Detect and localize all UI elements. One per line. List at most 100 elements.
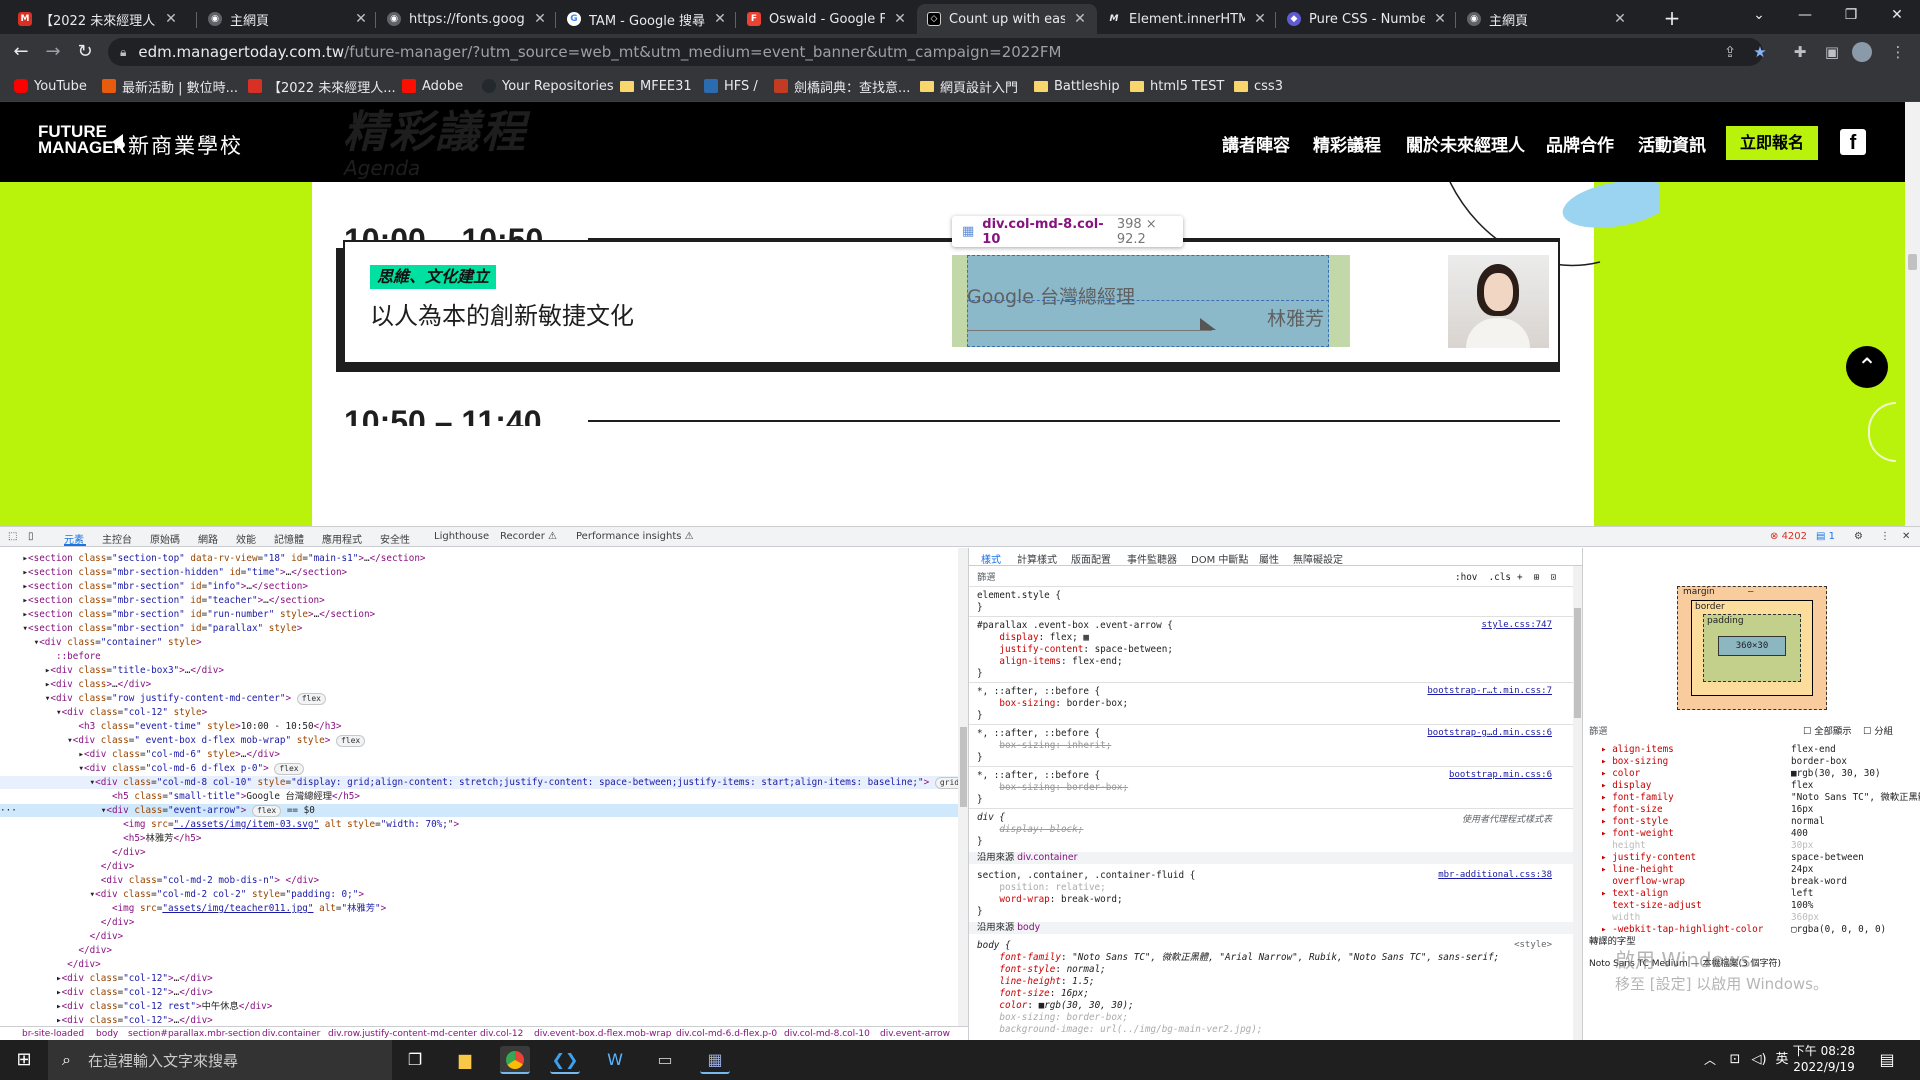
vscode-icon[interactable]: ❮❯ — [550, 1046, 580, 1074]
subtab-accessibility[interactable]: 無障礙設定 — [1293, 551, 1343, 566]
tab-application[interactable]: 應用程式 — [322, 531, 362, 546]
css-declaration[interactable]: word-wrap: break-word; — [977, 894, 1557, 906]
dom-node-selected[interactable]: ··· ▾<div class="event-arrow"> flex == $… — [0, 804, 958, 817]
device-toggle-icon[interactable]: ▯ — [28, 531, 34, 542]
facebook-icon[interactable]: f — [1840, 129, 1866, 155]
dom-node[interactable]: </div> — [0, 916, 958, 929]
dom-node[interactable]: </div> — [0, 944, 958, 957]
tab-codepen[interactable]: ◇ Count up with ease - ✕ — [917, 4, 1097, 34]
chrome-icon[interactable] — [500, 1046, 530, 1074]
taskbar-search[interactable]: ⌕ 在這裡輸入文字來搜尋 — [48, 1040, 392, 1080]
dom-node[interactable]: ▾<section class="mbr-section" id="parall… — [0, 622, 958, 635]
side-panel-icon[interactable]: ▣ — [1822, 42, 1842, 62]
back-to-top-button[interactable]: ⌃ — [1846, 346, 1888, 388]
dom-node[interactable]: </div> — [0, 846, 958, 859]
dom-node[interactable]: <img src="assets/img/teacher011.jpg" alt… — [0, 902, 958, 915]
computed-prop[interactable]: ▸ color ■rgb(30, 30, 30) — [1601, 768, 1911, 780]
minimize-button[interactable]: — — [1782, 0, 1828, 32]
tab-memory[interactable]: 記憶體 — [274, 531, 304, 546]
subtab-dom-breakpoints[interactable]: DOM 中斷點 — [1191, 551, 1248, 566]
breadcrumb-item[interactable]: br-site-loaded — [22, 1029, 84, 1039]
styles-filter-hints[interactable]: :hov .cls — [1455, 572, 1515, 584]
computed-prop-inactive[interactable]: height 30px — [1601, 840, 1911, 852]
dom-node[interactable]: </div> — [0, 860, 958, 873]
computed-prop[interactable]: ▸ text-align left — [1601, 888, 1911, 900]
tab-performance[interactable]: 效能 — [236, 531, 256, 546]
new-tab-button[interactable]: + — [1658, 6, 1686, 32]
computed-prop[interactable]: ▸ line-height 24px — [1601, 864, 1911, 876]
bookmark-folder-webdesign[interactable]: 網頁設計入門 — [920, 77, 1018, 96]
breadcrumb-item[interactable]: div.col-md-6.d-flex.p-0 — [676, 1029, 777, 1039]
dom-node[interactable]: ▾<div class="col-md-2 col-2" style="padd… — [0, 888, 958, 901]
devtools-menu-icon[interactable]: ⋮ — [1880, 531, 1890, 542]
tab-console[interactable]: 主控台 — [102, 531, 132, 546]
tab-home-2[interactable]: ◉ 主網頁 ✕ — [1457, 4, 1637, 34]
bookmark-managertoday[interactable]: 【2022 未來經理人... — [248, 77, 396, 96]
dom-node[interactable]: ▸<div class="col-12">…</div> — [0, 972, 958, 985]
subtab-layout[interactable]: 版面配置 — [1071, 551, 1111, 566]
close-icon[interactable]: ✕ — [1433, 11, 1447, 27]
tab-performance-insights[interactable]: Performance insights ⚠ — [576, 531, 694, 542]
close-icon[interactable]: ✕ — [164, 11, 178, 27]
tab-recorder[interactable]: Recorder ⚠ — [500, 531, 557, 542]
tab-network[interactable]: 網路 — [198, 531, 218, 546]
close-icon[interactable]: ✕ — [1613, 11, 1627, 27]
ime-indicator[interactable]: 英 — [1772, 1046, 1792, 1074]
css-declaration[interactable]: font-style: normal; — [977, 964, 1557, 976]
computed-prop[interactable]: overflow-wrap break-word — [1601, 876, 1911, 888]
rule-body[interactable]: body { — [977, 940, 1557, 952]
breadcrumb-item[interactable]: div.col-12 — [480, 1029, 523, 1039]
settings-gear-icon[interactable]: ⚙ — [1854, 531, 1863, 542]
computed-prop-inactive[interactable]: width 360px — [1601, 912, 1911, 924]
volume-icon[interactable]: ◁) — [1748, 1046, 1770, 1074]
bookmark-cambridge[interactable]: 劍橋詞典：查找意... — [774, 77, 910, 96]
bookmark-folder-mfee31[interactable]: MFEE31 — [620, 77, 692, 95]
rule-source-link[interactable]: mbr-additional.css:38 — [1438, 870, 1552, 880]
breadcrumb-item[interactable]: div.col-md-8.col-10 — [784, 1029, 870, 1039]
restore-button[interactable]: ❐ — [1828, 0, 1874, 32]
bookmark-folder-html5[interactable]: html5 TEST — [1130, 77, 1224, 95]
breadcrumb-item[interactable]: body — [96, 1029, 118, 1039]
css-declaration[interactable]: font-family: "Noto Sans TC", 微軟正黑體, "Ari… — [977, 952, 1557, 964]
computed-prop[interactable]: ▸ font-weight 400 — [1601, 828, 1911, 840]
bookmark-star-icon[interactable]: ★ — [1750, 42, 1770, 62]
computed-prop[interactable]: ▸ font-size 16px — [1601, 804, 1911, 816]
rule-source-link[interactable]: <style> — [1514, 940, 1552, 950]
page-scrollbar[interactable] — [1905, 102, 1920, 526]
dom-node[interactable]: </div> — [0, 958, 958, 971]
dom-node[interactable]: <h5 class="small-title">Google 台灣總經理</h5… — [0, 790, 958, 803]
rule-element-style[interactable]: element.style { } — [977, 590, 1557, 613]
dom-node[interactable]: ▸<section class="mbr-section" id="teache… — [0, 594, 958, 607]
share-icon[interactable]: ⇪ — [1720, 42, 1740, 62]
network-icon[interactable]: ⊡ — [1724, 1046, 1746, 1074]
dom-node[interactable]: ▸<div class="col-md-6" style>…</div> — [0, 748, 958, 761]
bookmark-github[interactable]: Your Repositories — [482, 77, 614, 95]
dom-node[interactable]: ▸<div class="title-box3">…</div> — [0, 664, 958, 677]
bookmark-adobe[interactable]: Adobe — [402, 77, 463, 95]
tab-sources[interactable]: 原始碼 — [150, 531, 180, 546]
dom-node[interactable]: <h5>林雅芳</h5> — [0, 832, 958, 845]
css-declaration-overridden[interactable]: box-sizing: inherit; — [977, 740, 1557, 752]
tab-search-icon[interactable]: ⌄ — [1736, 0, 1782, 32]
nav-agenda[interactable]: 精彩議程 — [1313, 131, 1381, 156]
subtab-computed[interactable]: 計算樣式 — [1017, 551, 1057, 566]
dom-node[interactable]: ▸<div class>…</div> — [0, 678, 958, 691]
computed-prop[interactable]: ▸ align-items flex-end — [1601, 744, 1911, 756]
dom-node[interactable]: <div class="col-md-2 mob-dis-n"> </div> — [0, 874, 958, 887]
dom-node[interactable]: ::before — [0, 650, 958, 663]
tab-google-search[interactable]: G TAM - Google 搜尋 ✕ — [557, 4, 737, 34]
address-bar[interactable]: 🔒︎ edm.managertoday.com.tw/future-manage… — [108, 38, 1763, 66]
bookmark-folder-css3[interactable]: css3 — [1234, 77, 1283, 95]
forward-icon[interactable]: → — [40, 40, 66, 66]
nav-about[interactable]: 關於未來經理人 — [1406, 131, 1525, 156]
breadcrumb-item[interactable]: div.event-box.d-flex.mob-wrap — [534, 1029, 671, 1039]
breadcrumb-item[interactable]: section#parallax.mbr-section — [128, 1029, 260, 1039]
css-declaration-overridden[interactable]: box-sizing: border-box; — [977, 782, 1557, 794]
subtab-styles[interactable]: 樣式 — [981, 551, 1001, 566]
message-count-badge[interactable]: ▤ 1 — [1816, 531, 1835, 542]
close-icon[interactable]: ✕ — [354, 11, 368, 27]
computed-prop[interactable]: ▸ font-style normal — [1601, 816, 1911, 828]
nav-speakers[interactable]: 講者陣容 — [1222, 131, 1290, 156]
computed-prop[interactable]: ▸ -webkit-tap-highlight-color ▢rgba(0, 0,… — [1601, 924, 1911, 936]
subtab-properties[interactable]: 屬性 — [1259, 551, 1279, 566]
